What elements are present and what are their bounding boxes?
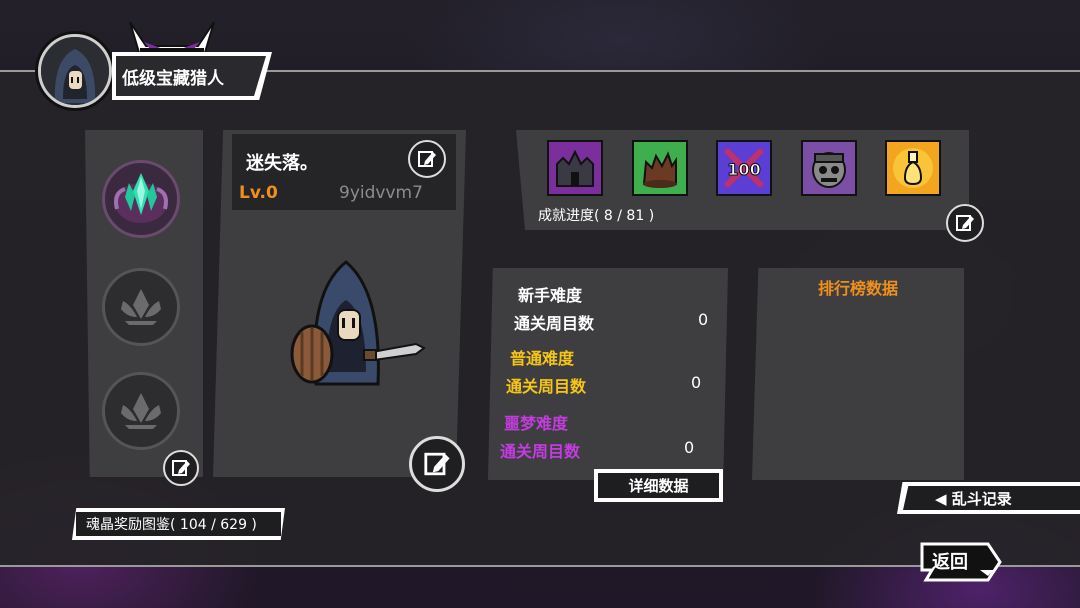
equipped-emblem[interactable] bbox=[102, 160, 180, 238]
back-button[interactable]: 返回 bbox=[918, 540, 1004, 584]
detail-data-button[interactable]: 详细数据 bbox=[594, 469, 723, 502]
svg-text:100: 100 bbox=[727, 160, 760, 179]
edit-name-button[interactable] bbox=[408, 140, 446, 178]
achievement-broken-barrel[interactable] bbox=[632, 140, 688, 196]
brawl-records-label: ◀ 乱斗记录 bbox=[935, 490, 1012, 508]
achievement-hundred[interactable]: 100 bbox=[716, 140, 772, 196]
clears-label-nightmare: 通关周目数 bbox=[500, 442, 581, 461]
hooded-figure-icon bbox=[41, 37, 109, 105]
achievement-zombie[interactable] bbox=[801, 140, 857, 196]
brawl-records-button[interactable]: ◀ 乱斗记录 bbox=[897, 482, 1080, 514]
broken-barrel-icon bbox=[634, 142, 686, 194]
character-id: 9yidvvm7 bbox=[339, 183, 423, 203]
clears-value-nightmare: 0 bbox=[684, 438, 695, 457]
crystal-crown-icon bbox=[114, 173, 168, 223]
empty-emblem-slot[interactable] bbox=[102, 268, 180, 346]
player-avatar[interactable] bbox=[38, 34, 112, 108]
edit-character-button[interactable] bbox=[409, 436, 465, 492]
lotus-placeholder-icon bbox=[121, 393, 161, 429]
leaderboard-title: 排行榜数据 bbox=[818, 279, 899, 298]
difficulty-label-normal: 普通难度 bbox=[510, 349, 575, 368]
player-title: 低级宝藏猎人 bbox=[116, 56, 266, 96]
zombie-head-icon bbox=[803, 142, 855, 194]
detail-data-label: 详细数据 bbox=[628, 477, 689, 495]
character-name: 迷失落。 bbox=[246, 153, 318, 174]
edit-emblems-button[interactable] bbox=[163, 450, 199, 486]
clears-label-novice: 通关周目数 bbox=[514, 314, 595, 333]
lotus-placeholder-icon bbox=[121, 289, 161, 325]
leaderboard-panel bbox=[752, 268, 964, 480]
golden-potion-icon bbox=[887, 142, 939, 194]
achievement-golden-potion[interactable] bbox=[885, 140, 941, 196]
difficulty-label-novice: 新手难度 bbox=[518, 286, 583, 305]
edit-icon bbox=[424, 452, 450, 476]
difficulty-label-nightmare: 噩梦难度 bbox=[504, 414, 569, 433]
edit-icon bbox=[172, 460, 190, 476]
achievement-dark-castle[interactable] bbox=[547, 140, 603, 196]
edit-achievements-button[interactable] bbox=[946, 204, 984, 242]
soul-crystal-catalog-button[interactable]: 魂晶奖励图鉴( 104 / 629 ) bbox=[72, 508, 285, 540]
edit-icon bbox=[956, 215, 974, 231]
edit-icon bbox=[418, 151, 436, 167]
clears-label-normal: 通关周目数 bbox=[506, 377, 587, 396]
dark-castle-icon bbox=[549, 142, 601, 194]
clears-value-novice: 0 bbox=[698, 310, 709, 329]
hundred-badge-icon: 100 bbox=[718, 142, 770, 194]
soul-crystal-catalog-label: 魂晶奖励图鉴( 104 / 629 ) bbox=[86, 517, 257, 533]
back-label: 返回 bbox=[932, 552, 968, 573]
character-level: Lv.0 bbox=[239, 183, 278, 203]
clears-value-normal: 0 bbox=[691, 373, 702, 392]
achievement-progress: 成就进度( 8 / 81 ) bbox=[538, 208, 655, 224]
empty-emblem-slot[interactable] bbox=[102, 372, 180, 450]
character-sprite bbox=[290, 260, 426, 386]
